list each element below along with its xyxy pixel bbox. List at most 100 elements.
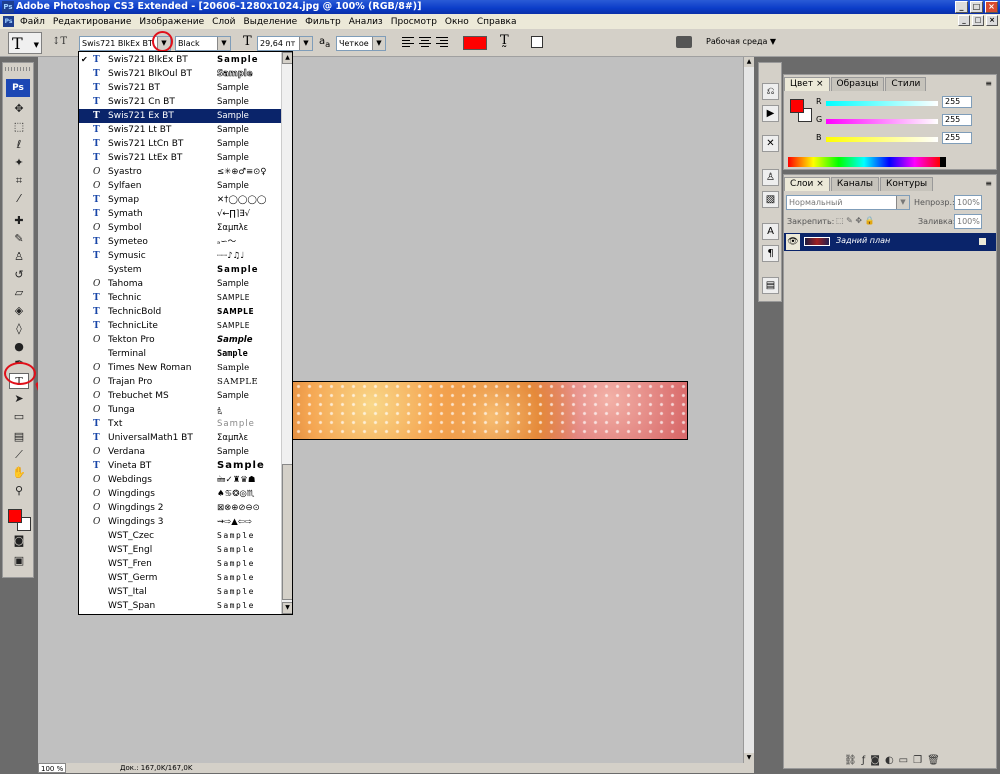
menu-image[interactable]: Изображение xyxy=(135,17,208,27)
font-list-item[interactable]: T Swis721 LtEx BT Sample xyxy=(79,151,281,165)
font-list-item[interactable]: T Swis721 Cn BT Sample xyxy=(79,95,281,109)
quick-mask-icon[interactable]: ◙ xyxy=(9,533,29,549)
font-list-item[interactable]: T Symath √←∏⌉∃√ xyxy=(79,207,281,221)
align-left-button[interactable] xyxy=(402,36,414,48)
menu-analysis[interactable]: Анализ xyxy=(345,17,387,27)
adjustment-layer-icon[interactable]: ◐ xyxy=(885,755,894,766)
panel-menu-icon[interactable]: ≡ xyxy=(985,179,992,188)
path-selection-tool-icon[interactable]: ➤ xyxy=(9,391,29,407)
font-size-select[interactable]: 29,64 пт ▼ xyxy=(257,36,313,51)
panel-menu-icon[interactable]: ≡ xyxy=(985,79,992,88)
slider-g-value[interactable]: 255 xyxy=(942,114,972,126)
tab-layers[interactable]: Слои × xyxy=(784,177,830,191)
menu-select[interactable]: Выделение xyxy=(240,17,302,27)
zoom-tool-icon[interactable]: ⚲ xyxy=(9,483,29,499)
font-list-item[interactable]: O Symbol Σαμπλε xyxy=(79,221,281,235)
font-list-item[interactable]: T TechnicBold SAMPLE xyxy=(79,305,281,319)
notes-tool-icon[interactable]: ▤ xyxy=(9,429,29,445)
font-list-item[interactable]: O Wingdings 3 ⇝⇨▲⇦⇨ xyxy=(79,515,281,529)
close-button[interactable]: × xyxy=(985,1,998,13)
toolbox-grip[interactable] xyxy=(5,67,31,71)
font-list-item[interactable]: O Tunga ಕ್ಷಿ xyxy=(79,403,281,417)
menu-view[interactable]: Просмотр xyxy=(387,17,441,27)
font-list-item[interactable]: T Symap ✕†◯◯◯◯ xyxy=(79,193,281,207)
font-list-item[interactable]: System Sample xyxy=(79,263,281,277)
font-list-item[interactable]: O Times New Roman Sample xyxy=(79,361,281,375)
font-list-item[interactable]: O Tekton Pro Sample xyxy=(79,333,281,347)
brushes-panel-icon[interactable]: ▧ xyxy=(762,191,779,208)
new-layer-icon[interactable]: ❐ xyxy=(913,755,922,766)
font-list-item[interactable]: O Trebuchet MS Sample xyxy=(79,389,281,403)
font-list-item[interactable]: T Txt Sample xyxy=(79,417,281,431)
slider-b[interactable]: B 255 xyxy=(814,132,994,145)
tab-swatches[interactable]: Образцы xyxy=(830,77,885,91)
add-mask-icon[interactable]: ◙ xyxy=(870,755,880,766)
foreground-color-swatch[interactable] xyxy=(8,509,22,523)
lasso-tool-icon[interactable]: ℓ xyxy=(9,137,29,153)
tab-color[interactable]: Цвет × xyxy=(784,77,830,91)
eyedropper-tool-icon[interactable]: ⟋ xyxy=(9,447,29,463)
font-list-item[interactable]: O Trajan Pro SAMPLE xyxy=(79,375,281,389)
menu-window[interactable]: Окно xyxy=(441,17,473,27)
font-list-item[interactable]: WST_Ital Sample xyxy=(79,585,281,599)
slider-g-track[interactable] xyxy=(826,119,938,124)
bridge-icon[interactable] xyxy=(676,36,692,48)
font-list-item[interactable]: T Swis721 BlkOul BT Sample xyxy=(79,67,281,81)
screen-mode-icon[interactable]: ▣ xyxy=(9,553,29,569)
text-orientation-icon[interactable]: ↕T xyxy=(52,36,67,47)
scroll-thumb[interactable] xyxy=(282,464,292,600)
slice-tool-icon[interactable]: ⁄ xyxy=(9,191,29,207)
slider-r-value[interactable]: 255 xyxy=(942,96,972,108)
doc-minimize-button[interactable]: _ xyxy=(958,15,970,26)
eye-icon[interactable]: 👁 xyxy=(786,234,800,250)
lock-transparency-icon[interactable]: ⬚ ✎ ✥ 🔒 xyxy=(836,216,875,225)
font-list-item[interactable]: T UniversalMath1 BT Σαμπλε xyxy=(79,431,281,445)
fill-field[interactable]: 100% xyxy=(954,214,982,229)
layer-style-icon[interactable]: ƒ xyxy=(862,755,866,766)
font-list-scrollbar[interactable]: ▲ ▼ xyxy=(281,52,292,614)
character-palette-icon[interactable] xyxy=(531,36,543,48)
slider-g[interactable]: G 255 xyxy=(814,114,994,127)
font-style-select[interactable]: Black ▼ xyxy=(175,36,231,51)
link-layers-icon[interactable]: ⛓ xyxy=(844,755,857,766)
close-icon[interactable]: × xyxy=(816,179,824,189)
font-list-item[interactable]: T Technic SAMPLE xyxy=(79,291,281,305)
move-tool-icon[interactable]: ✥ xyxy=(9,101,29,117)
scroll-down-icon[interactable]: ▼ xyxy=(282,602,292,614)
healing-brush-tool-icon[interactable]: ✚ xyxy=(9,213,29,229)
chevron-down-icon[interactable]: ▼ xyxy=(299,37,312,50)
marquee-tool-icon[interactable]: ⬚ xyxy=(9,119,29,135)
font-list-item[interactable]: T Swis721 BT Sample xyxy=(79,81,281,95)
magic-wand-tool-icon[interactable]: ✦ xyxy=(9,155,29,171)
font-list-item[interactable]: O Syastro ≤✳⊕♂≡⊙♀ xyxy=(79,165,281,179)
font-dropdown-list[interactable]: ▲ ▼ ✔ T Swis721 BlkEx BT Sample T Swis721 Blk… xyxy=(78,51,293,615)
font-list-item[interactable]: T Swis721 Ex BT Sample xyxy=(79,109,281,123)
scroll-up-icon[interactable]: ▲ xyxy=(282,52,292,64)
chevron-down-icon[interactable]: ▼ xyxy=(372,37,385,50)
font-list-item[interactable]: O Verdana Sample xyxy=(79,445,281,459)
eraser-tool-icon[interactable]: ▱ xyxy=(9,285,29,301)
font-list-item[interactable]: O Sylfaen Sample xyxy=(79,179,281,193)
font-list-item[interactable]: O Wingdings ♠♋❂◎♏ xyxy=(79,487,281,501)
delete-layer-icon[interactable]: 🗑 xyxy=(927,755,940,766)
actions-panel-icon[interactable]: ▶ xyxy=(762,105,779,122)
font-list-item[interactable]: O Wingdings 2 ⊠⊗⊕⊘⊖⊙ xyxy=(79,501,281,515)
workspace-menu[interactable]: Рабочая среда ▼ xyxy=(706,37,776,46)
slider-b-track[interactable] xyxy=(826,137,938,142)
tab-styles[interactable]: Стили xyxy=(885,77,927,91)
slider-r[interactable]: R 255 xyxy=(814,96,994,109)
layer-row-background[interactable]: 👁 Задний план xyxy=(784,233,996,251)
clone-source-icon[interactable]: ♙ xyxy=(762,169,779,186)
blend-mode-select[interactable]: Нормальный ▼ xyxy=(786,195,910,210)
font-list-item[interactable]: O Webdings 🖮✓♜♛☗ xyxy=(79,473,281,487)
chevron-down-icon[interactable]: ▼ xyxy=(217,37,230,50)
menu-filter[interactable]: Фильтр xyxy=(301,17,345,27)
new-group-icon[interactable]: ▭ xyxy=(899,755,908,766)
slider-b-value[interactable]: 255 xyxy=(942,132,972,144)
blur-tool-icon[interactable]: ◊ xyxy=(9,321,29,337)
photoshop-logo[interactable]: Ps xyxy=(6,79,30,97)
tool-presets-icon[interactable]: ✕ xyxy=(762,135,779,152)
hand-tool-icon[interactable]: ✋ xyxy=(9,465,29,481)
shape-tool-icon[interactable]: ▭ xyxy=(9,409,29,425)
menu-help[interactable]: Справка xyxy=(473,17,521,27)
